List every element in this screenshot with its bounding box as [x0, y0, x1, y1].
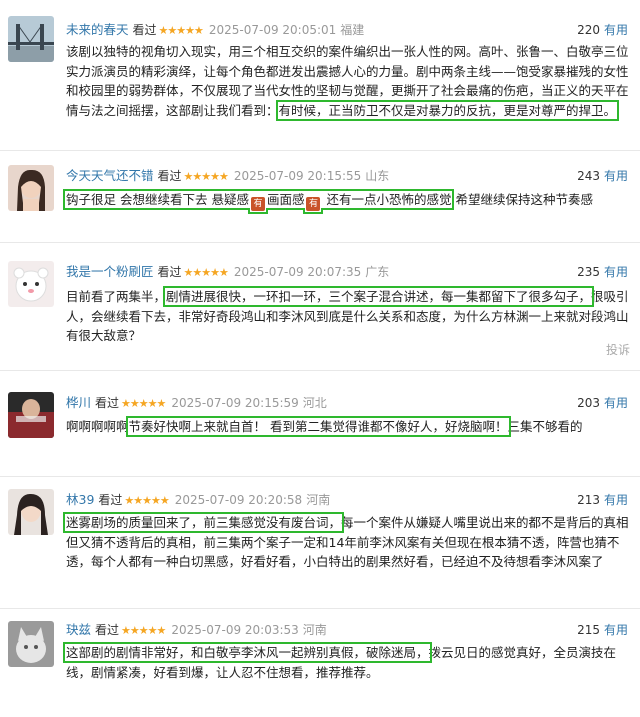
- avatar[interactable]: [8, 16, 54, 62]
- review-text: 钩子很足 会想继续看下去 悬疑感有画面感有 还有一点小恐怖的感觉 希望继续保持这…: [62, 189, 630, 211]
- avatar[interactable]: [8, 621, 54, 667]
- useful-count: 220: [577, 23, 600, 37]
- review-text: 该剧以独特的视角切入现实，用三个相互交织的案件编织出一张人性的网。高叶、张鲁一、…: [66, 42, 630, 121]
- useful-button[interactable]: 有用: [604, 623, 628, 637]
- username-link[interactable]: 玦兹: [66, 622, 91, 637]
- useful-count: 235: [577, 265, 600, 279]
- useful-button[interactable]: 有用: [604, 23, 628, 37]
- woman-portrait-icon: [8, 165, 54, 211]
- watched-label: 看过: [95, 396, 120, 410]
- review-meta: 林39 看过 ★★★★★ 2025-07-09 20:20:58 河南: [66, 491, 330, 509]
- review-meta: 桦川 看过 ★★★★★ 2025-07-09 20:15:59 河北: [66, 394, 327, 412]
- rating-stars: ★★★★★: [183, 266, 229, 279]
- review-meta: 我是一个粉刷匠 看过 ★★★★★ 2025-07-09 20:07:35 广东: [66, 263, 389, 281]
- review-text: 啊啊啊啊啊节奏好快啊上来就自首！ 看到第二集觉得谁都不像好人，好烧脑啊！三集不够…: [66, 416, 630, 437]
- review-location: 山东: [365, 169, 390, 183]
- review-card: 我是一个粉刷匠 看过 ★★★★★ 2025-07-09 20:07:35 广东 235 有…: [0, 243, 640, 369]
- useful-button[interactable]: 有用: [604, 265, 628, 279]
- review-card: 今天天气还不错 看过 ★★★★★ 2025-07-09 20:15:55 山东 243 有…: [0, 151, 640, 231]
- avatar[interactable]: [8, 489, 54, 535]
- bridge-photo-icon: [8, 16, 54, 62]
- useful-vote[interactable]: 235 有用: [577, 263, 628, 281]
- useful-vote[interactable]: 243 有用: [577, 167, 628, 185]
- review-text: 这部剧的剧情非常好，和白敬亭李沐风一起辨别真假，破除迷局，拨云见日的感觉真好，全…: [63, 642, 630, 682]
- review-time: 2025-07-09 20:07:35: [233, 265, 362, 279]
- useful-count: 215: [577, 623, 600, 637]
- woman-portrait-icon: [8, 489, 54, 535]
- review-time: 2025-07-09 20:15:59: [171, 396, 299, 410]
- emoji-icon: 有: [306, 197, 321, 211]
- watched-label: 看过: [132, 23, 157, 37]
- review-card: 林39 看过 ★★★★★ 2025-07-09 20:20:58 河南 213 有用 迷雾…: [0, 477, 640, 607]
- review-location: 福建: [340, 23, 365, 37]
- rating-stars: ★★★★★: [124, 494, 169, 507]
- review-time: 2025-07-09 20:15:55: [233, 169, 362, 183]
- useful-button[interactable]: 有用: [604, 396, 628, 410]
- useful-count: 203: [577, 396, 600, 410]
- review-location: 河南: [302, 623, 327, 637]
- highlighted-quote: 有时候，正当防卫不仅是对暴力的反抗，更是对尊严的捍卫。: [275, 99, 620, 121]
- useful-vote[interactable]: 220 有用: [577, 21, 628, 39]
- review-text-plain: 啊啊啊啊啊: [66, 419, 129, 434]
- review-card: 桦川 看过 ★★★★★ 2025-07-09 20:15:59 河北 203 有用 啊啊啊…: [0, 371, 640, 463]
- avatar[interactable]: [8, 165, 54, 211]
- useful-vote[interactable]: 215 有用: [577, 621, 628, 639]
- review-card: 玦兹 看过 ★★★★★ 2025-07-09 20:03:53 河南 215 有用 这部剧…: [0, 609, 640, 717]
- highlighted-quote: 钩子很足 会想继续看下去 悬疑感有画面感有 还有一点小恐怖的感觉: [62, 189, 455, 211]
- review-time: 2025-07-09 20:03:53: [171, 623, 299, 637]
- quote-part: 钩子很足 会想继续看下去 悬疑感: [66, 192, 249, 207]
- rating-stars: ★★★★★: [121, 624, 166, 637]
- highlighted-quote: 剧情进展很快，一环扣一环，三个案子混合讲述，每一集都留下了很多勾子，: [163, 286, 595, 307]
- highlighted-quote: 节奏好快啊上来就自首！ 看到第二集觉得谁都不像好人，好烧脑啊！: [125, 416, 511, 437]
- useful-button[interactable]: 有用: [604, 493, 628, 507]
- review-meta: 今天天气还不错 看过 ★★★★★ 2025-07-09 20:15:55 山东: [66, 167, 389, 185]
- review-location: 广东: [365, 265, 390, 279]
- useful-button[interactable]: 有用: [604, 169, 628, 183]
- report-link[interactable]: 投诉: [606, 341, 630, 358]
- emoji-icon: 有: [250, 197, 265, 211]
- avatar[interactable]: [8, 261, 54, 307]
- review-text-plain: 三集不够看的: [507, 419, 583, 434]
- review-time: 2025-07-09 20:20:58: [174, 493, 303, 507]
- quote-part: 画面感: [266, 192, 305, 207]
- review-text: 迷雾剧场的质量回来了，前三集感觉没有废台词，每一个案件从嫌疑人嘴里说出来的都不是…: [62, 512, 630, 572]
- rating-stars: ★★★★★: [121, 397, 166, 410]
- useful-vote[interactable]: 203 有用: [577, 394, 628, 412]
- review-text-plain: 希望继续保持这种节奏感: [455, 192, 593, 207]
- review-meta: 玦兹 看过 ★★★★★ 2025-07-09 20:03:53 河南: [66, 621, 327, 639]
- review-card: 未来的春天 看过 ★★★★★ 2025-07-09 20:05:01 福建 220 有用 …: [0, 0, 640, 150]
- username-link[interactable]: 桦川: [66, 395, 91, 410]
- useful-vote[interactable]: 213 有用: [577, 491, 628, 509]
- highlighted-quote: 这部剧的剧情非常好，和白敬亭李沐风一起辨别真假，破除迷局，: [63, 642, 432, 663]
- review-meta: 未来的春天 看过 ★★★★★ 2025-07-09 20:05:01 福建: [66, 21, 364, 39]
- quote-part: 还有一点小恐怖的感觉: [322, 192, 452, 207]
- review-location: 河北: [302, 396, 327, 410]
- username-link[interactable]: 今天天气还不错: [66, 168, 154, 183]
- review-location: 河南: [306, 493, 331, 507]
- username-link[interactable]: 我是一个粉刷匠: [66, 264, 154, 279]
- rating-stars: ★★★★★: [158, 24, 204, 37]
- highlighted-quote: 迷雾剧场的质量回来了，前三集感觉没有废台词，: [62, 512, 345, 533]
- watched-label: 看过: [157, 265, 182, 279]
- review-time: 2025-07-09 20:05:01: [208, 23, 337, 37]
- review-text-plain: 目前看了两集半，: [66, 289, 167, 304]
- cartoon-bear-icon: [8, 261, 54, 307]
- useful-count: 243: [577, 169, 600, 183]
- portrait-photo-icon: [8, 392, 54, 438]
- username-link[interactable]: 未来的春天: [66, 22, 129, 37]
- useful-count: 213: [577, 493, 600, 507]
- watched-label: 看过: [95, 623, 120, 637]
- cat-photo-icon: [8, 621, 54, 667]
- username-link[interactable]: 林39: [66, 492, 94, 507]
- avatar[interactable]: [8, 392, 54, 438]
- review-text: 目前看了两集半，剧情进展很快，一环扣一环，三个案子混合讲述，每一集都留下了很多勾…: [66, 286, 630, 346]
- watched-label: 看过: [157, 169, 182, 183]
- watched-label: 看过: [98, 493, 123, 507]
- rating-stars: ★★★★★: [183, 170, 229, 183]
